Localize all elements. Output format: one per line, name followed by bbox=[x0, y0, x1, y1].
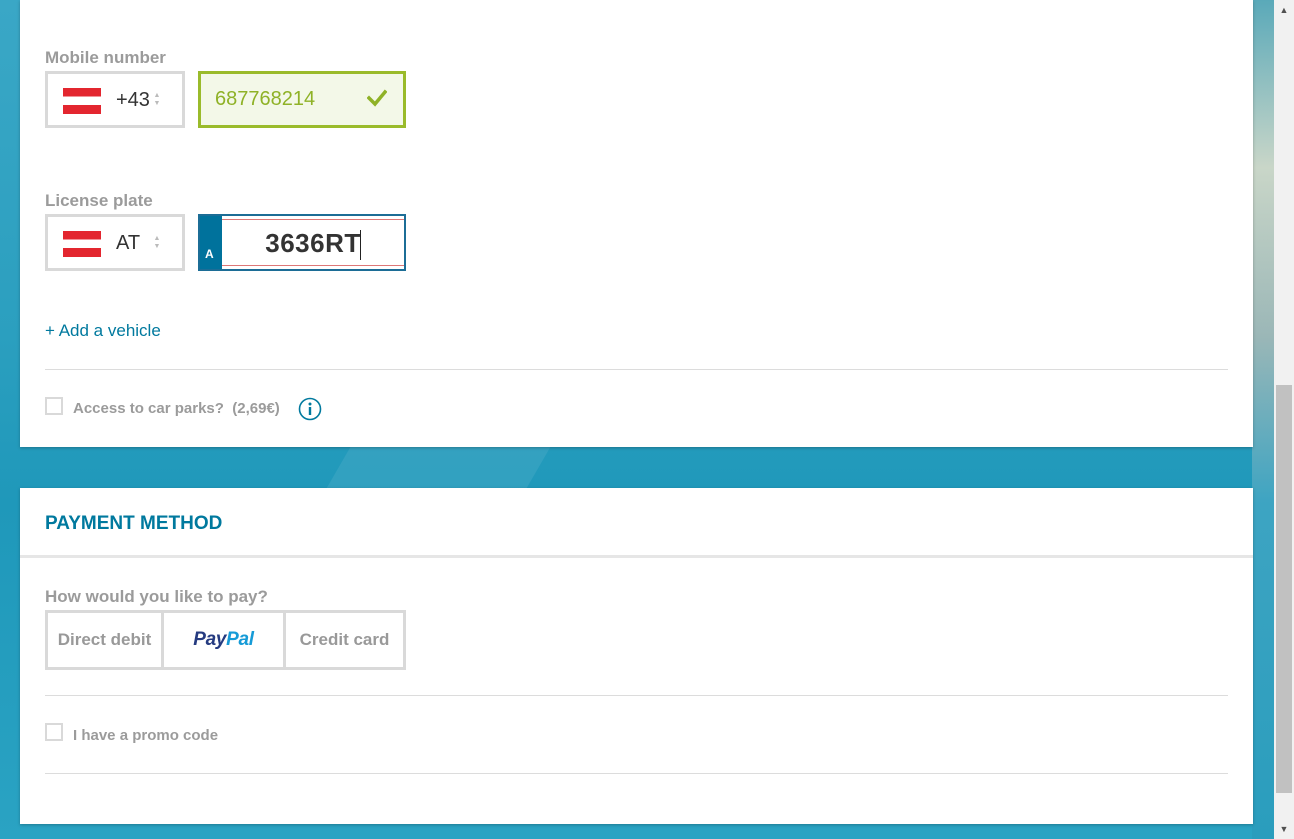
car-parks-checkbox[interactable] bbox=[45, 397, 63, 415]
mobile-number-label: Mobile number bbox=[45, 48, 166, 67]
paypal-button[interactable]: PayPal bbox=[161, 610, 286, 670]
license-country-code: AT bbox=[116, 232, 141, 254]
page-scrollbar[interactable]: ▲ ▼ bbox=[1274, 0, 1294, 839]
payment-options: Direct debit PayPal Credit card bbox=[45, 610, 406, 670]
text-caret bbox=[360, 230, 361, 260]
license-country-select[interactable]: AT ▲ ▼ bbox=[45, 214, 185, 271]
promo-code-label: I have a promo code bbox=[73, 727, 219, 744]
mobile-number-value: 687768214 bbox=[215, 88, 316, 110]
promo-code-checkbox[interactable] bbox=[45, 723, 63, 741]
mobile-country-select[interactable]: +43 ▲ ▼ bbox=[45, 71, 185, 128]
plate-country-strip: A bbox=[200, 216, 222, 269]
austria-flag-icon bbox=[63, 88, 101, 114]
plate-value: 3636RT bbox=[265, 228, 361, 258]
scroll-up-arrow-icon[interactable]: ▲ bbox=[1274, 0, 1294, 20]
vehicle-details-card: Mobile number +43 ▲ ▼ 687768214 License p… bbox=[20, 0, 1253, 447]
license-plate-label: License plate bbox=[45, 191, 153, 210]
divider bbox=[45, 369, 1228, 370]
mobile-country-code: +43 bbox=[116, 89, 150, 111]
background-edge bbox=[1252, 0, 1274, 839]
section-divider bbox=[20, 555, 1253, 558]
spinner-arrows-icon: ▲ ▼ bbox=[153, 92, 161, 107]
direct-debit-button[interactable]: Direct debit bbox=[45, 610, 164, 670]
scroll-down-arrow-icon[interactable]: ▼ bbox=[1274, 819, 1294, 839]
mobile-number-input[interactable]: 687768214 bbox=[198, 71, 406, 128]
plate-country-letter: A bbox=[205, 247, 214, 261]
spinner-arrows-icon: ▲ ▼ bbox=[153, 235, 161, 250]
divider bbox=[45, 773, 1228, 774]
payment-question: How would you like to pay? bbox=[45, 587, 268, 606]
info-icon[interactable] bbox=[298, 397, 322, 421]
payment-method-card: PAYMENT METHOD How would you like to pay… bbox=[20, 488, 1253, 824]
car-parks-label: Access to car parks? (2,69€) bbox=[73, 400, 280, 417]
car-parks-price: (2,69€) bbox=[232, 400, 280, 417]
plate-field[interactable]: 3636RT bbox=[222, 219, 404, 266]
payment-method-title: PAYMENT METHOD bbox=[45, 513, 223, 534]
check-icon bbox=[367, 89, 387, 107]
background-decoration bbox=[325, 440, 555, 490]
austria-flag-icon bbox=[63, 231, 101, 257]
license-plate-input[interactable]: A 3636RT bbox=[198, 214, 406, 271]
credit-card-button[interactable]: Credit card bbox=[283, 610, 406, 670]
scrollbar-thumb[interactable] bbox=[1276, 385, 1292, 793]
divider bbox=[45, 695, 1228, 696]
car-parks-text: Access to car parks? bbox=[73, 400, 224, 417]
paypal-logo: PayPal bbox=[193, 629, 254, 650]
add-vehicle-link[interactable]: + Add a vehicle bbox=[45, 321, 161, 341]
